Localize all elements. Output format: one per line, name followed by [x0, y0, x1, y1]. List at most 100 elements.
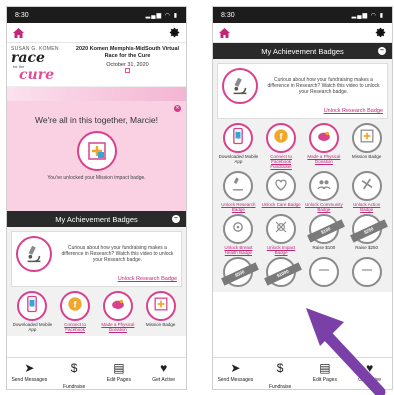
microscope-icon [233, 77, 247, 95]
badge-label[interactable]: Unlock Action Badge [346, 202, 387, 212]
phone-icon [228, 126, 248, 151]
badge-item[interactable]: Unlock Action Badge [346, 171, 387, 212]
section-title: My Achievement Badges [55, 214, 138, 224]
event-title: 2020 Komen Memphis-MidSouth Virtual Race… [75, 46, 180, 59]
badge-label[interactable]: Unlock Breast Health Badge [218, 245, 259, 255]
badge-circle [223, 214, 254, 244]
home-icon[interactable] [13, 27, 24, 38]
badge-circle [223, 171, 254, 201]
badge-grid: Downloaded Mobile App f Connect to Faceboo… [217, 119, 388, 288]
badge-circle: $250 [349, 214, 388, 244]
tab-get-active[interactable]: ♥ Get Active [141, 358, 186, 389]
badge-item[interactable]: f Connect to Facebook [55, 291, 96, 332]
badge-item: $500 [218, 257, 260, 288]
badge-circle [351, 257, 382, 287]
badge-label: Mission Badge [145, 322, 176, 327]
collapse-icon[interactable]: – [378, 47, 386, 55]
app-bar [213, 23, 392, 43]
share-icon[interactable] [125, 68, 130, 74]
mission-badge [76, 131, 117, 171]
paper-plane-icon: ➤ [230, 361, 241, 375]
badge-circle [351, 171, 382, 201]
badge-circle: f [266, 123, 297, 153]
badge-circle: f [60, 291, 91, 321]
badge-label[interactable]: Made a Physical Donation [98, 322, 139, 332]
piggy-bank-icon [314, 126, 334, 151]
section-title: My Achievement Badges [261, 46, 344, 56]
care-icon [271, 174, 291, 199]
phone-icon [22, 294, 42, 319]
dollar-icon: $ [276, 361, 284, 375]
paper-plane-icon: ➤ [24, 361, 35, 375]
message-subtitle: You've unlocked your Mission impact badg… [47, 175, 146, 181]
badge-item[interactable]: f Connect to Facebook Fundraiser [261, 123, 302, 169]
badges-area: Curious about how your fundraising makes… [7, 227, 186, 336]
badge-item[interactable]: Unlock Care Badge [261, 171, 302, 212]
race-for-the-cure-logo: SUSAN G. KOMEN race for the cure [11, 46, 73, 83]
badge-item[interactable]: Made a Physical Donation [98, 291, 139, 332]
app-bar [7, 23, 186, 43]
tab-label: Fundraise [63, 384, 86, 390]
research-badge [16, 236, 52, 272]
tab-send-messages[interactable]: ➤ Send Messages [7, 358, 52, 389]
badge-label[interactable]: Unlock Impact Badge [261, 245, 302, 255]
collapse-icon[interactable]: – [172, 215, 180, 223]
badge-label: Downloaded Mobile App [12, 322, 53, 332]
badge-circle [17, 291, 48, 321]
message-card: ✕ We're all in this together, Marcie! Yo… [7, 101, 186, 211]
badge-label[interactable]: Made a Physical Donation [304, 154, 345, 164]
tab-fundraise[interactable]: $ Fundraise [258, 358, 303, 389]
badge-label[interactable]: Unlock Research Badge [218, 202, 259, 212]
status-time: 8:30 [15, 11, 29, 19]
badge-circle: $500 [221, 257, 260, 287]
status-bar: 8:30 ▂▄▆ ◠ ▮ [213, 7, 392, 23]
badge-item: Downloaded Mobile App [12, 291, 53, 332]
close-icon[interactable]: ✕ [174, 105, 181, 112]
badge-circle [351, 123, 382, 153]
badge-item[interactable]: Unlock Breast Health Badge [218, 214, 259, 255]
badge-label[interactable]: Connect to Facebook Fundraiser [261, 154, 302, 169]
tab-label: Fundraise [269, 384, 292, 390]
badge-circle [223, 123, 254, 153]
dollar-icon: $ [70, 361, 78, 375]
research-badge [222, 68, 258, 104]
event-header: SUSAN G. KOMEN race for the cure 2020 Ko… [7, 43, 186, 87]
badge-label[interactable]: Unlock Care Badge [261, 202, 302, 207]
badge-item [346, 257, 387, 288]
badge-circle [102, 291, 133, 321]
research-text: Curious about how your fundraising makes… [267, 77, 380, 95]
badge-label[interactable]: Connect to Facebook [55, 322, 96, 332]
tab-send-messages[interactable]: ➤ Send Messages [213, 358, 258, 389]
achievement-badges-header[interactable]: My Achievement Badges – [213, 43, 392, 59]
impact-icon [271, 217, 291, 242]
gear-icon[interactable] [375, 27, 386, 38]
tab-label: Get Active [152, 377, 176, 383]
unlock-research-link[interactable]: Unlock Research Badge [222, 108, 383, 114]
gear-icon[interactable] [169, 27, 180, 38]
badge-item[interactable]: Unlock Research Badge [218, 171, 259, 212]
tab-fundraise[interactable]: $ Fundraise [52, 358, 97, 389]
badge-label: Downloaded Mobile App [218, 154, 259, 164]
mission-icon [151, 294, 171, 319]
research-card: Curious about how your fundraising makes… [217, 63, 388, 119]
research-card: Curious about how your fundraising makes… [11, 231, 182, 287]
badge-item[interactable]: Made a Physical Donation [304, 123, 345, 169]
badge-grid: Downloaded Mobile App f Connect to Faceboo… [11, 287, 182, 332]
tab-label: Send Messages [11, 377, 48, 383]
badge-item: $250 Raise $250 [346, 214, 388, 255]
badge-circle [308, 257, 339, 287]
home-icon[interactable] [219, 27, 230, 38]
pink-banner [7, 87, 186, 101]
piggy-bank-icon [108, 294, 128, 319]
tab-edit-pages[interactable]: ▤ Edit Pages [97, 358, 142, 389]
achievement-badges-header[interactable]: My Achievement Badges – [7, 211, 186, 227]
badge-label: Raise $100 [312, 245, 336, 250]
badge-label: Mission Badge [351, 154, 382, 159]
badge-label[interactable]: Unlock Community Badge [304, 202, 345, 212]
badge-item[interactable]: Unlock Community Badge [304, 171, 345, 212]
unlock-research-link[interactable]: Unlock Research Badge [16, 276, 177, 282]
badge-item[interactable]: Unlock Impact Badge [261, 214, 302, 255]
mission-icon [357, 126, 377, 151]
facebook-icon: f [65, 294, 85, 319]
badge-circle: $100 [306, 214, 345, 244]
